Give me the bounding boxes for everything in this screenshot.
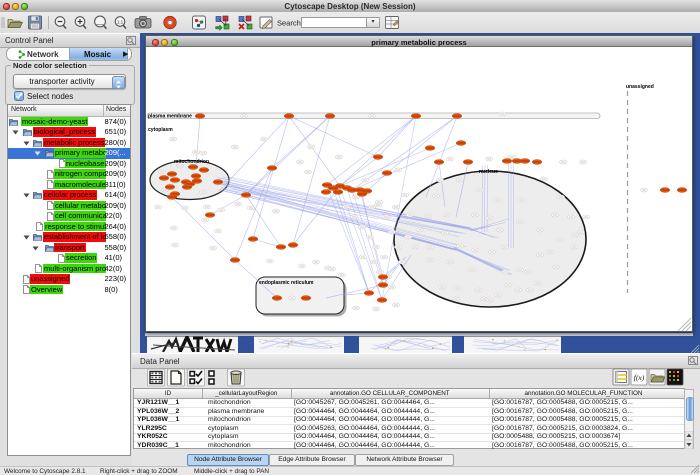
svg-text:f(x): f(x) <box>634 373 645 382</box>
svg-text:cytoplasm: cytoplasm <box>148 127 173 133</box>
svg-text:mitochondrion: mitochondrion <box>174 159 209 165</box>
svg-text:nucleus: nucleus <box>479 169 498 175</box>
svg-text:Search:: Search: <box>277 19 303 28</box>
svg-text:unassigned: unassigned <box>626 84 654 90</box>
svg-text:endoplasmic reticulum: endoplasmic reticulum <box>259 280 314 286</box>
svg-text:plasma membrane: plasma membrane <box>148 114 192 120</box>
